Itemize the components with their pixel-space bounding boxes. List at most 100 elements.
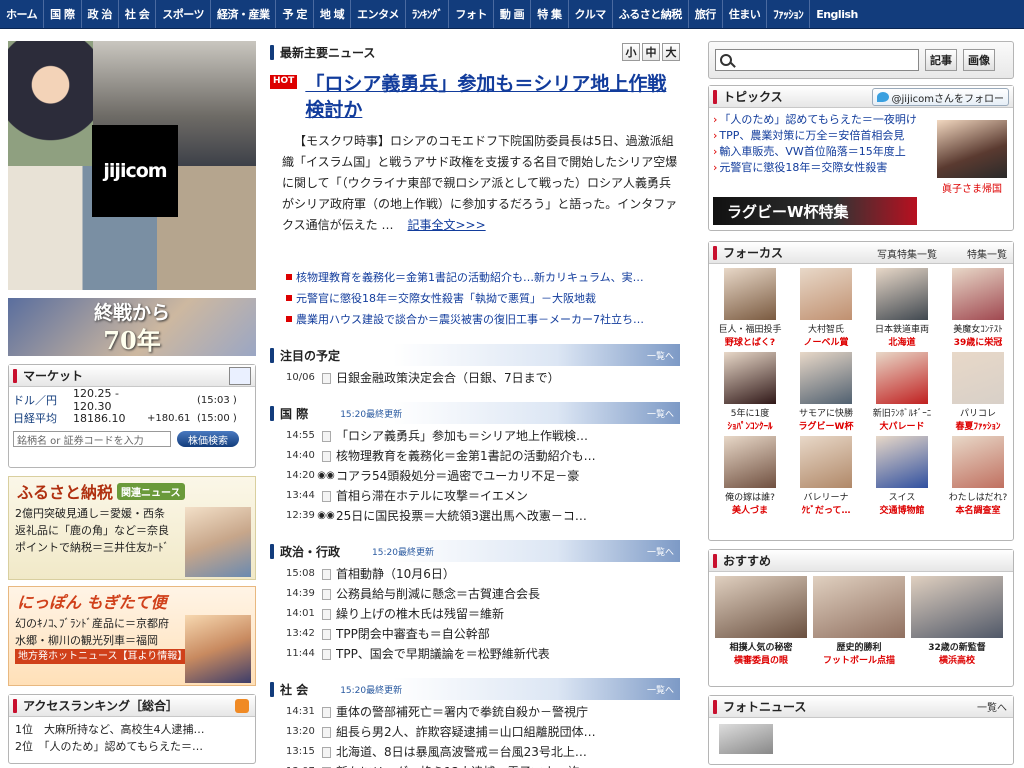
list-item[interactable]: 元警官に懲役18年＝交際女性殺害「執拗で悪質」－大阪地裁 (286, 288, 680, 309)
list-item[interactable]: 返礼品に「鹿の角」など＝奈良 (15, 522, 185, 539)
focus-subcaption[interactable]: 本名調査室 (943, 503, 1013, 516)
chart-icon[interactable] (229, 367, 251, 385)
focus-item[interactable]: パリコレ 春夏ﾌｧｯｼｮﾝ (943, 352, 1013, 432)
focus-item[interactable]: 巨人・福田投手 野球とばく? (715, 268, 785, 348)
recommend-thumb[interactable] (813, 576, 905, 638)
row-headline[interactable]: 「ロシア義勇兵」参加も＝シリア地上作戦検… (336, 426, 656, 446)
table-row[interactable]: 13:07 新たにリーダー格ら12人逮捕＝電子マネー詐… (286, 762, 680, 768)
search-input[interactable] (715, 49, 919, 71)
focus-thumb[interactable] (800, 436, 852, 488)
nav-item[interactable]: 住まい (723, 0, 768, 28)
topic-item[interactable]: 「人のため」認めてもらえた＝一夜明け実感、大村さん (713, 112, 917, 128)
row-headline[interactable]: 重体の警部補死亡＝署内で拳銃自殺か－警視庁 (336, 702, 656, 722)
focus-thumb[interactable] (724, 436, 776, 488)
focus-thumb[interactable] (876, 352, 928, 404)
table-row[interactable]: 15:08 首相動静（10月6日） (286, 564, 680, 584)
nav-item[interactable]: 政 治 (82, 0, 119, 28)
mogitate-tag[interactable]: 地方発ホットニュース【耳より情報】 (15, 649, 191, 664)
nav-item[interactable]: ﾗﾝｷﾝｸﾞ (406, 0, 450, 28)
table-row[interactable]: 14:40 核物理教育を義務化＝金第1書記の活動紹介も… (286, 446, 680, 466)
war-anniversary-banner[interactable]: 終戦から 70年 (8, 298, 256, 356)
search-articles-button[interactable]: 記事 (925, 49, 957, 71)
focus-item[interactable]: 美魔女ｺﾝﾃｽﾄ 39歳に栄冠 (943, 268, 1013, 348)
mogitate-banner[interactable]: にっぽん もぎたて便 幻のｷﾉｺ､ﾌﾞﾗﾝﾄﾞ産品に＝京都府 水郷・柳川の観光列… (8, 586, 256, 686)
row-headline[interactable]: 組長ら男2人、詐欺容疑逮捕＝山口組離脱団体… (336, 722, 656, 742)
table-row[interactable]: 13:20 組長ら男2人、詐欺容疑逮捕＝山口組離脱団体… (286, 722, 680, 742)
section-title[interactable]: 政治・行政 (280, 543, 340, 560)
focus-thumb[interactable] (724, 352, 776, 404)
focus-subcaption[interactable]: ｼｮﾊﾟﾝｺﾝｸｰﾙ (715, 419, 785, 432)
table-row[interactable]: 13:42 TPP閉会中審査も＝自公幹部 (286, 624, 680, 644)
focus-item[interactable]: 新旧ﾗﾝﾎﾞﾙｷﾞｰﾆ 大パレード (867, 352, 937, 432)
focus-subcaption[interactable]: 交通博物館 (867, 503, 937, 516)
nav-item[interactable]: ホーム (0, 0, 45, 28)
focus-thumb[interactable] (952, 352, 1004, 404)
market-key[interactable]: ドル／円 (13, 392, 73, 408)
section-title[interactable]: 国 際 (280, 405, 308, 422)
row-headline[interactable]: 25日に国民投票＝大統領3選出馬へ改憲－コ… (336, 506, 656, 526)
nav-item[interactable]: エンタメ (351, 0, 406, 28)
focus-subcaption[interactable]: ラグビーW杯 (791, 419, 861, 432)
focus-item[interactable]: バレリーナ ｸﾋﾞだって… (791, 436, 861, 516)
nav-item[interactable]: 動 画 (494, 0, 532, 28)
ranking-item[interactable]: 2位 「人のため」認めてもらえた＝… (15, 738, 249, 755)
topic-item[interactable]: 元警官に懲役18年＝交際女性殺害 (713, 160, 917, 176)
list-item[interactable]: 核物理教育を義務化＝金第1書記の活動紹介も…新カリキュラム、実… (286, 267, 680, 288)
table-row[interactable]: 10/06 日銀金融政策決定会合（日銀、7日まで） (286, 368, 680, 388)
table-row[interactable]: 14:55 「ロシア義勇兵」参加も＝シリア地上作戦検… (286, 426, 680, 446)
photo-news-thumb[interactable] (719, 724, 773, 754)
focus-thumb[interactable] (876, 436, 928, 488)
section-title[interactable]: 注目の予定 (280, 347, 340, 364)
recommend-subcaption[interactable]: 横審委員の眼 (715, 653, 807, 666)
focus-item[interactable]: スイス 交通博物館 (867, 436, 937, 516)
topic-photo-caption[interactable]: 眞子さま帰国 (937, 180, 1007, 195)
focus-item[interactable]: わたしはだれ? 本名調査室 (943, 436, 1013, 516)
recommend-subcaption[interactable]: 横浜高校 (911, 653, 1003, 666)
section-all-link[interactable]: 一覧へ (647, 683, 674, 696)
recommend-item[interactable]: 歴史的勝利 フットボール点描 (813, 576, 905, 666)
table-row[interactable]: 13:44 首相ら滞在ホテルに攻撃＝イエメン (286, 486, 680, 506)
focus-subcaption[interactable]: 美人づま (715, 503, 785, 516)
nav-item[interactable]: 旅行 (689, 0, 723, 28)
recommend-item[interactable]: 32歳の新監督 横浜高校 (911, 576, 1003, 666)
stock-search-input[interactable]: 銘柄名 or 証券コードを入力 (13, 431, 171, 447)
focus-item[interactable]: 大村智氏 ノーベル賞 (791, 268, 861, 348)
font-size-small-button[interactable]: 小 (622, 43, 640, 61)
recommend-item[interactable]: 相撲人気の秘密 横審委員の眼 (715, 576, 807, 666)
recommend-subcaption[interactable]: フットボール点描 (813, 653, 905, 666)
focus-subcaption[interactable]: 北海道 (867, 335, 937, 348)
search-images-button[interactable]: 画像 (963, 49, 995, 71)
row-headline[interactable]: TPP閉会中審査も＝自公幹部 (336, 624, 656, 644)
feature-list-link[interactable]: 特集一覧 (967, 246, 1007, 261)
nav-item[interactable]: ﾌｧｯｼｮﾝ (767, 0, 811, 28)
market-key[interactable]: 日経平均 (13, 410, 73, 426)
section-all-link[interactable]: 一覧へ (647, 349, 674, 362)
focus-thumb[interactable] (724, 268, 776, 320)
table-row[interactable]: 14:39 公務員給与削減に懸念＝古賀連合会長 (286, 584, 680, 604)
recommend-thumb[interactable] (715, 576, 807, 638)
topic-item[interactable]: TPP、農業対策に万全＝安倍首相会見 (713, 128, 917, 144)
focus-item[interactable]: サモアに快勝 ラグビーW杯 (791, 352, 861, 432)
nav-item[interactable]: 地 域 (314, 0, 352, 28)
hero-photo-collage[interactable]: jijicom (8, 41, 256, 290)
section-all-link[interactable]: 一覧へ (647, 545, 674, 558)
nav-item[interactable]: ふるさと納税 (613, 0, 689, 28)
focus-item[interactable]: 日本鉄道車両 北海道 (867, 268, 937, 348)
nav-item[interactable]: 社 会 (119, 0, 157, 28)
table-row[interactable]: 11:44 TPP、国会で早期議論を＝松野維新代表 (286, 644, 680, 664)
table-row[interactable]: 14:31 重体の警部補死亡＝署内で拳銃自殺か－警視庁 (286, 702, 680, 722)
font-size-large-button[interactable]: 大 (662, 43, 680, 61)
row-headline[interactable]: 核物理教育を義務化＝金第1書記の活動紹介も… (336, 446, 656, 466)
rugby-banner[interactable]: ラグビーW杯特集 (713, 197, 917, 225)
list-item[interactable]: 水郷・柳川の観光列車＝福岡 (15, 632, 185, 649)
ranking-item[interactable]: 1位 大麻所持など、高校生4人逮捕… (15, 721, 249, 738)
topic-photo[interactable] (937, 120, 1007, 178)
nav-item[interactable]: 経済・産業 (211, 0, 277, 28)
read-more-link[interactable]: 記事全文>>> (407, 218, 485, 232)
list-item[interactable]: ポイントで納税＝三井住友ｶｰﾄﾞ (15, 539, 185, 556)
focus-thumb[interactable] (952, 268, 1004, 320)
row-headline[interactable]: 首相動静（10月6日） (336, 564, 656, 584)
table-row[interactable]: 13:15 北海道、8日は暴風高波警戒＝台風23号北上… (286, 742, 680, 762)
focus-subcaption[interactable]: 野球とばく? (715, 335, 785, 348)
rss-icon[interactable] (235, 699, 249, 713)
